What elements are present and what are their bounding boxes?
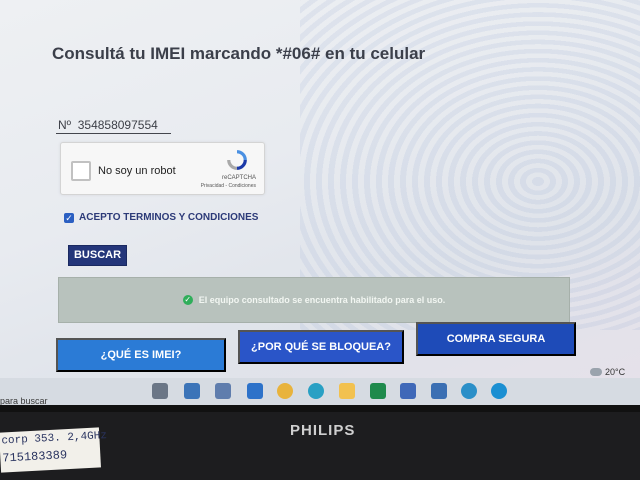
search-button[interactable]: BUSCAR <box>68 245 127 266</box>
weather-icon[interactable] <box>590 368 602 376</box>
safe-purchase-button[interactable]: COMPRA SEGURA <box>416 322 576 356</box>
folder-icon[interactable] <box>339 383 355 399</box>
mail-icon[interactable] <box>247 383 263 399</box>
recaptcha-label: No soy un robot <box>98 165 176 177</box>
excel-icon[interactable] <box>370 383 386 399</box>
recaptcha-links[interactable]: Privacidad - Condiciones <box>201 183 256 189</box>
sticker-line: 715183389 <box>2 448 68 466</box>
terms-label: ACEPTO TERMINOS Y CONDICIONES <box>79 212 259 223</box>
chrome-icon[interactable] <box>277 383 293 399</box>
recaptcha-brand: reCAPTCHA <box>221 175 256 181</box>
check-circle-icon: ✓ <box>182 295 193 305</box>
globe-icon[interactable] <box>308 383 324 399</box>
store-icon[interactable] <box>184 383 200 399</box>
task-view-icon[interactable] <box>152 383 168 399</box>
terms-row[interactable]: ✓ ACEPTO TERMINOS Y CONDICIONES <box>64 212 258 223</box>
temperature-label[interactable]: 20°C <box>605 367 625 377</box>
page-title: Consultá tu IMEI marcando *#06# en tu ce… <box>52 44 426 63</box>
status-text: El equipo consultado se encuentra habili… <box>198 295 446 305</box>
why-blocked-button[interactable]: ¿POR QUÉ SE BLOQUEA? <box>238 330 404 364</box>
imei-input[interactable] <box>56 117 171 134</box>
recaptcha-icon <box>227 150 247 170</box>
clock-icon[interactable] <box>431 383 447 399</box>
browser-page: Consultá tu IMEI marcando *#06# en tu ce… <box>0 0 640 390</box>
recaptcha-checkbox[interactable] <box>71 161 91 181</box>
monitor-brand: PHILIPS <box>290 422 356 439</box>
edge-icon[interactable] <box>491 383 507 399</box>
network-icon[interactable] <box>461 383 477 399</box>
recaptcha-widget: No soy un robot reCAPTCHA Privacidad - C… <box>60 142 265 195</box>
asset-sticker: corp 353. 2,4GHz 715183389 <box>0 427 107 473</box>
terms-checkbox[interactable]: ✓ <box>64 212 74 223</box>
remote-icon[interactable] <box>400 383 416 399</box>
status-banner: ✓ El equipo consultado se encuentra habi… <box>58 277 570 323</box>
sticker-line: corp 353. 2,4GHz <box>1 430 108 448</box>
what-is-imei-button[interactable]: ¿QUÉ ES IMEI? <box>56 338 226 372</box>
notepad-icon[interactable] <box>215 383 231 399</box>
